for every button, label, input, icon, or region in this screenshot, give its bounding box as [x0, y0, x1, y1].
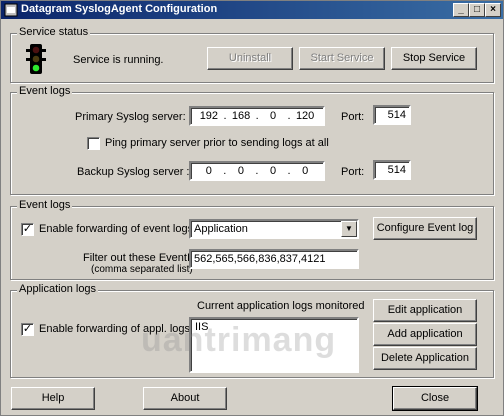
backup-port-label: Port:	[341, 166, 365, 178]
ping-primary-label: Ping primary server prior to sending log…	[105, 137, 329, 149]
help-button[interactable]: Help	[11, 387, 95, 410]
close-window-button[interactable]: ×	[485, 3, 501, 17]
primary-ip-octet-2[interactable]: 168	[232, 110, 250, 122]
backup-ip-octet-2[interactable]: 0	[232, 165, 250, 177]
window-title: Datagram SyslogAgent Configuration	[21, 3, 218, 15]
service-status-text: Service is running.	[73, 54, 164, 66]
primary-server-label: Primary Syslog server:	[75, 111, 186, 123]
minimize-button[interactable]: _	[453, 3, 469, 17]
backup-server-ip-input[interactable]: 0. 0. 0. 0	[189, 161, 325, 181]
traffic-light-icon	[26, 44, 46, 74]
list-item[interactable]: IIS	[195, 321, 353, 333]
primary-ip-octet-3[interactable]: 0	[264, 110, 282, 122]
configure-event-log-button[interactable]: Configure Event log	[373, 217, 477, 240]
backup-ip-octet-1[interactable]: 0	[200, 165, 218, 177]
maximize-button[interactable]: □	[469, 3, 485, 17]
edit-application-button[interactable]: Edit application	[373, 299, 477, 322]
event-log-selected-value: Application	[194, 223, 248, 235]
filter-eventids-input[interactable]: 562,565,566,836,837,4121	[189, 249, 359, 269]
app-icon	[4, 3, 18, 17]
primary-port-input[interactable]: 514	[373, 105, 411, 125]
event-forwarding-legend: Event logs	[17, 199, 73, 211]
chevron-down-icon[interactable]: ▼	[341, 221, 357, 237]
enable-event-forwarding-label: Enable forwarding of event logs	[39, 223, 194, 235]
primary-ip-octet-4[interactable]: 120	[296, 110, 314, 122]
monitored-logs-label: Current application logs monitored	[197, 300, 365, 312]
monitored-logs-list[interactable]: IIS	[189, 317, 359, 373]
backup-ip-octet-3[interactable]: 0	[264, 165, 282, 177]
primary-server-ip-input[interactable]: 192. 168. 0. 120	[189, 106, 325, 126]
service-status-legend: Service status	[17, 26, 91, 38]
main-window: Datagram SyslogAgent Configuration _ □ ×…	[0, 0, 504, 416]
event-log-select[interactable]: Application ▼	[189, 219, 359, 239]
primary-port-label: Port:	[341, 111, 365, 123]
delete-application-button[interactable]: Delete Application	[373, 347, 477, 370]
ping-primary-checkbox[interactable]	[87, 137, 100, 150]
enable-app-forwarding-checkbox[interactable]: ✓	[21, 323, 34, 336]
enable-app-forwarding-label: Enable forwarding of appl. logs	[39, 323, 191, 335]
title-bar[interactable]: Datagram SyslogAgent Configuration _ □ ×	[1, 1, 503, 19]
uninstall-button[interactable]: Uninstall	[207, 47, 293, 70]
filter-eventids-sublabel: (comma separated list)	[91, 264, 193, 275]
enable-event-forwarding-checkbox[interactable]: ✓	[21, 223, 34, 236]
application-logs-legend: Application logs	[17, 283, 99, 295]
primary-ip-octet-1[interactable]: 192	[200, 110, 218, 122]
backup-port-input[interactable]: 514	[373, 160, 411, 180]
stop-service-button[interactable]: Stop Service	[391, 47, 477, 70]
syslog-servers-legend: Event logs	[17, 85, 73, 97]
filter-eventids-label: Filter out these EventIDs:	[83, 252, 207, 264]
backup-ip-octet-4[interactable]: 0	[296, 165, 314, 177]
backup-server-label: Backup Syslog server :	[77, 166, 190, 178]
add-application-button[interactable]: Add application	[373, 323, 477, 346]
start-service-button[interactable]: Start Service	[299, 47, 385, 70]
about-button[interactable]: About	[143, 387, 227, 410]
close-button[interactable]: Close	[392, 386, 478, 411]
